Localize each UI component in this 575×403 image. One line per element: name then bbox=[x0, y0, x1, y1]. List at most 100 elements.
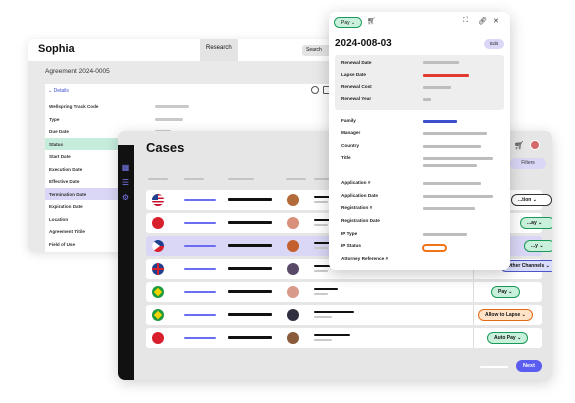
case-ref bbox=[184, 245, 216, 247]
chevron-down-icon: ⌄ bbox=[517, 335, 522, 341]
sophia-top-bar: Sophia Research Search bbox=[28, 39, 335, 61]
avatar bbox=[287, 332, 299, 344]
settings-icon[interactable]: ⚙ bbox=[121, 193, 130, 202]
grid-icon[interactable]: ▦ bbox=[121, 163, 130, 172]
status-badge-label: Pay bbox=[341, 20, 350, 26]
table-row[interactable]: Allow to Lapse ⌄ bbox=[146, 305, 542, 325]
case-subdetail bbox=[314, 270, 328, 272]
chevron-down-icon: ⌄ bbox=[539, 243, 544, 249]
action-label: Allow to Lapse bbox=[485, 312, 521, 318]
avatar bbox=[287, 286, 299, 298]
field-label: Start Date bbox=[49, 154, 71, 159]
case-subdetail bbox=[314, 316, 332, 318]
case-ref bbox=[184, 314, 216, 316]
avatar bbox=[287, 194, 299, 206]
action-pill[interactable]: Allow to Lapse ⌄ bbox=[478, 309, 533, 321]
lapse-date-value bbox=[423, 74, 469, 77]
field-label: Country bbox=[341, 143, 359, 148]
field-value bbox=[423, 145, 481, 148]
column-header bbox=[286, 178, 306, 180]
pagination-indicator bbox=[480, 366, 508, 368]
avatar bbox=[287, 240, 299, 252]
case-title bbox=[228, 336, 272, 339]
field-row: Type bbox=[45, 113, 335, 126]
column-header bbox=[184, 178, 204, 180]
action-pill[interactable]: ...ay ⌄ bbox=[520, 217, 552, 229]
flag-hk-icon bbox=[152, 217, 164, 229]
expand-icon[interactable]: ⛶ bbox=[463, 17, 468, 25]
action-pill[interactable]: Auto Pay ⌄ bbox=[487, 332, 529, 344]
field-label: Status bbox=[49, 141, 64, 147]
case-subdetail bbox=[314, 293, 328, 295]
action-pill[interactable]: ...y ⌄ bbox=[524, 240, 552, 252]
case-title bbox=[228, 267, 272, 270]
close-icon[interactable]: ✕ bbox=[493, 17, 499, 25]
action-label: Other Channels bbox=[507, 263, 545, 269]
case-detail bbox=[314, 334, 350, 336]
column-header bbox=[228, 178, 254, 180]
avatar[interactable] bbox=[530, 140, 540, 150]
field-label: Registration # bbox=[341, 205, 373, 210]
case-ref bbox=[184, 268, 216, 270]
table-row[interactable]: Pay ⌄ bbox=[146, 282, 542, 302]
field-label: Manager bbox=[341, 130, 361, 135]
field-value bbox=[423, 120, 457, 123]
field-label: Wellspring Track Code bbox=[49, 104, 99, 109]
table-row[interactable]: Auto Pay ⌄ bbox=[146, 328, 542, 348]
status-badge[interactable]: Pay ⌄ bbox=[334, 17, 362, 28]
edit-button[interactable]: Edit bbox=[484, 39, 504, 49]
field-label: Attorney Reference # bbox=[341, 256, 389, 261]
agreement-title: Agreement 2024-0005 bbox=[45, 68, 110, 75]
cart-icon[interactable]: 🛒︎ bbox=[514, 141, 524, 150]
chevron-down-icon: ⌄ bbox=[545, 263, 550, 269]
avatar bbox=[287, 263, 299, 275]
chevron-down-icon: ⌄ bbox=[538, 220, 543, 226]
field-value bbox=[423, 157, 493, 160]
field-value bbox=[423, 233, 467, 236]
field-label: Renewal Date bbox=[341, 60, 372, 65]
field-label: Agreement Titile bbox=[49, 229, 85, 234]
field-label: Application Date bbox=[341, 193, 378, 198]
field-label: Registration Date bbox=[341, 218, 380, 223]
detail-date: 2024-008-03 bbox=[335, 38, 392, 49]
chevron-down-icon: ⌄ bbox=[532, 197, 537, 203]
field-label: Family bbox=[341, 118, 356, 123]
details-toggle[interactable]: ⌄ Details bbox=[48, 88, 69, 94]
cart-icon[interactable]: 🛒︎ bbox=[367, 17, 376, 25]
app-brand: Sophia bbox=[38, 43, 75, 55]
settings-icon[interactable] bbox=[311, 86, 319, 94]
field-label: Due Date bbox=[49, 129, 69, 134]
field-label: Renewal Year bbox=[341, 96, 372, 101]
field-label: IP Status bbox=[341, 243, 361, 248]
case-detail bbox=[314, 311, 354, 313]
details-label: Details bbox=[53, 88, 69, 94]
field-value bbox=[423, 98, 431, 101]
action-label: Pay bbox=[498, 289, 507, 295]
case-ref bbox=[184, 199, 216, 201]
action-pill[interactable]: Pay ⌄ bbox=[491, 286, 520, 298]
renewal-section: Renewal Date Lapse Date Renewal Cost Ren… bbox=[335, 55, 504, 110]
field-label: Location bbox=[49, 216, 69, 222]
page-title: Cases bbox=[146, 140, 185, 155]
field-value bbox=[423, 195, 493, 198]
column-divider bbox=[473, 328, 474, 348]
filters-button[interactable]: Filters bbox=[510, 158, 546, 169]
case-ref bbox=[184, 291, 216, 293]
field-label: Lapse Date bbox=[341, 72, 367, 77]
field-value bbox=[423, 182, 481, 185]
field-value bbox=[155, 117, 183, 121]
field-value bbox=[423, 207, 475, 210]
flag-uk-icon bbox=[152, 263, 164, 275]
research-tab[interactable]: Research bbox=[200, 39, 238, 61]
link-icon[interactable]: 🔗︎ bbox=[478, 17, 487, 25]
list-icon[interactable]: ☰ bbox=[121, 178, 130, 187]
action-label: ...tion bbox=[518, 197, 532, 203]
action-pill[interactable]: ...tion ⌄ bbox=[511, 194, 552, 206]
field-value bbox=[423, 132, 487, 135]
next-button[interactable]: Next bbox=[516, 360, 542, 372]
column-header bbox=[148, 178, 168, 180]
flag-br-icon bbox=[152, 286, 164, 298]
column-divider bbox=[473, 282, 474, 302]
flag-us-icon bbox=[152, 194, 164, 206]
case-detail bbox=[314, 288, 338, 290]
